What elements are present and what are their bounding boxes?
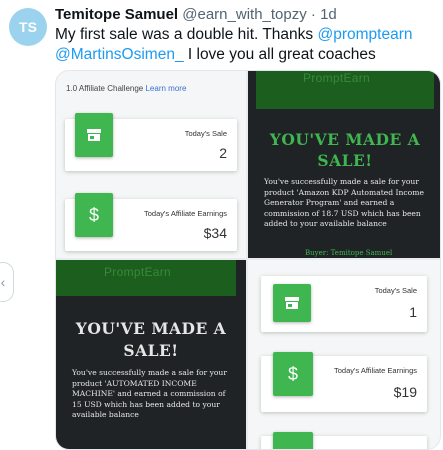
affiliate-earnings-card: $ Today's Affiliate Earnings $34 — [65, 193, 237, 251]
affiliate-earnings-card: $ Today's Affiliate Earnings $19 — [261, 352, 427, 412]
separator: · — [310, 6, 316, 23]
promptearn-logo: PromptEarn — [104, 265, 172, 279]
media-image-dashboard[interactable]: Today's Sale 1 $ Today's Affiliate Earni… — [248, 260, 440, 449]
earnings-value: $19 — [393, 384, 417, 400]
media-image-sale-email[interactable]: PromptEarn YOU'VE MADE A SALE! You've su… — [248, 71, 440, 258]
dollar-icon: $ — [273, 352, 313, 396]
author-name[interactable]: Temitope Samuel — [55, 6, 178, 23]
tweet-text: My first sale was a double hit. Thanks @… — [55, 25, 435, 65]
avatar[interactable]: TS — [9, 8, 47, 46]
tweet-time[interactable]: 1d — [320, 6, 337, 23]
tweet-media-grid[interactable]: 1.0 Affiliate Challenge Learn more Today… — [55, 70, 441, 450]
store-icon — [273, 284, 311, 322]
chevron-left-icon[interactable]: ‹ — [0, 262, 14, 302]
sale-label: Today's Sale — [374, 286, 417, 295]
mention-link[interactable]: @promptearn — [317, 26, 412, 43]
dollar-icon: $ — [75, 193, 113, 237]
tweet-header: Temitope Samuel @earn_with_topzy · 1d — [55, 5, 337, 25]
author-handle[interactable]: @earn_with_topzy — [182, 6, 306, 23]
earnings-label: Today's Affiliate Earnings — [333, 366, 417, 375]
sale-label: Today's Sale — [184, 129, 227, 138]
media-image-dashboard[interactable]: 1.0 Affiliate Challenge Learn more Today… — [56, 71, 246, 258]
tweet-text-part-2: I love you all great coaches — [183, 46, 376, 63]
earnings-label: Today's Affiliate Earnings — [143, 209, 227, 218]
store-icon — [75, 113, 113, 157]
partial-card-icon — [273, 432, 313, 449]
sale-value: 2 — [219, 145, 227, 161]
sale-title: YOU'VE MADE A SALE! — [75, 319, 227, 360]
promptearn-logo: PromptEarn — [303, 71, 371, 85]
sale-value: 1 — [409, 304, 417, 320]
media-image-sale-email[interactable]: PromptEarn YOU'VE MADE A SALE! You've su… — [56, 260, 246, 449]
tweet-text-part-1: My first sale was a double hit. Thanks — [55, 26, 318, 43]
partial-card — [261, 432, 427, 449]
todays-sale-card: Today's Sale 1 — [261, 276, 427, 332]
mention-link[interactable]: @MartinsOsimen_ — [55, 46, 184, 63]
challenge-heading: 1.0 Affiliate Challenge Learn more — [66, 84, 186, 93]
sale-email-body: You've successfully made a sale for your… — [72, 368, 227, 419]
challenge-title: 1.0 Affiliate Challenge — [66, 84, 144, 93]
sale-email-body: You've successfully made a sale for your… — [264, 177, 424, 228]
buyer-name: Buyer: Temitope Samuel — [305, 249, 393, 257]
todays-sale-card: Today's Sale 2 — [65, 113, 237, 171]
earnings-value: $34 — [203, 225, 227, 241]
learn-more-link[interactable]: Learn more — [145, 84, 186, 93]
sale-title: YOU'VE MADE A SALE! — [269, 130, 421, 170]
